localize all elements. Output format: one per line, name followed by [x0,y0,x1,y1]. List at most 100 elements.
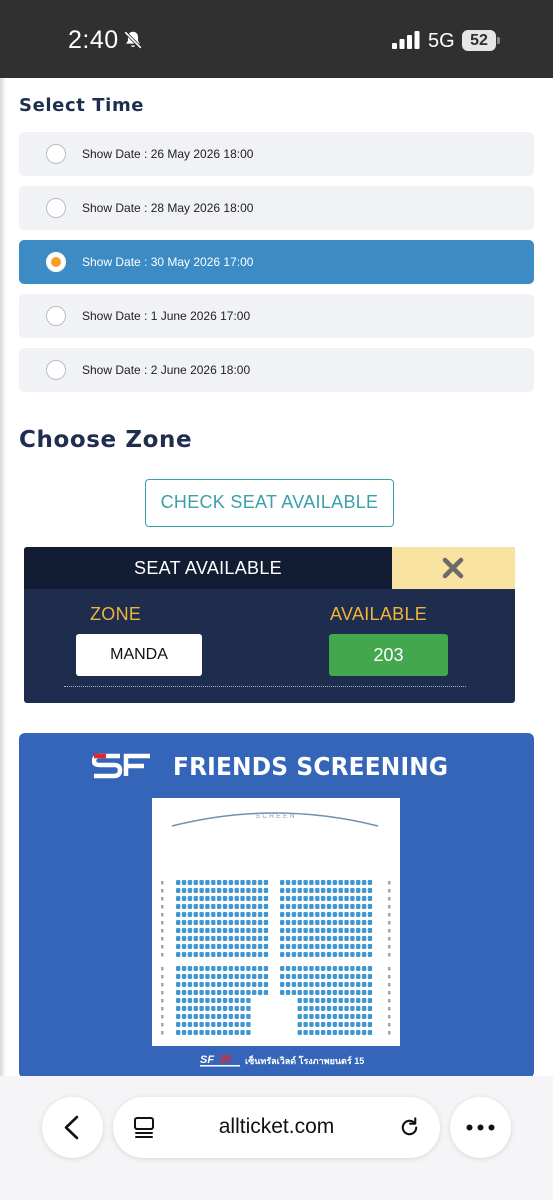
time-option-5[interactable]: Show Date : 2 June 2026 18:00 [19,348,534,392]
seat [246,896,251,901]
seat [246,1006,251,1011]
time-option-3[interactable]: Show Date : 30 May 2026 17:00 [19,240,534,284]
seat [280,974,285,979]
seat [280,912,285,917]
seat [193,912,198,917]
seat [240,952,245,957]
time-option-4[interactable]: Show Date : 1 June 2026 17:00 [19,294,534,338]
seat [344,896,349,901]
seat [176,920,181,925]
check-seat-available-button[interactable]: CHECK SEAT AVAILABLE [145,479,394,527]
seat [252,880,257,885]
seat [181,944,187,949]
seat [356,982,361,987]
seat [176,998,181,1003]
seat [297,904,302,909]
seat [338,974,343,979]
radio-button[interactable] [46,198,66,218]
row-marker [388,1031,391,1035]
radio-button[interactable] [46,306,66,326]
seat [222,904,228,909]
seat [176,896,181,901]
url-text[interactable]: allticket.com [113,1115,440,1139]
address-bar[interactable]: allticket.com [113,1097,440,1158]
seat [326,974,332,979]
seat [176,888,181,893]
back-button[interactable] [42,1097,103,1158]
seat [326,952,332,957]
seat [332,998,338,1003]
seat [361,896,367,901]
time-option-1[interactable]: Show Date : 26 May 2026 18:00 [19,132,534,176]
seat [222,982,228,987]
seat [280,904,285,909]
seat [199,920,204,925]
more-icon[interactable] [466,1124,495,1131]
seat [181,920,187,925]
seat [303,990,308,995]
radio-button-selected[interactable] [46,252,66,272]
seat [181,974,187,979]
seat [291,966,297,971]
seat [280,966,285,971]
seat [291,920,297,925]
seat [187,974,193,979]
seat [291,888,297,893]
row-marker [161,1015,164,1019]
seat [193,904,198,909]
seat [361,1030,367,1035]
seat [211,982,216,987]
seat [367,998,373,1003]
seat [297,928,302,933]
seat [309,928,314,933]
radio-button[interactable] [46,144,66,164]
seat [332,928,338,933]
svg-text:W: W [220,1052,233,1066]
seat [228,1006,234,1011]
seat [199,1006,204,1011]
seat [187,912,193,917]
seat [367,896,373,901]
seat [205,1022,210,1027]
time-option-2[interactable]: Show Date : 28 May 2026 18:00 [19,186,534,230]
back-icon[interactable] [62,1115,82,1140]
row-marker [388,975,391,979]
seat [193,1014,198,1019]
sfw-logo-icon: SF W [200,1052,240,1067]
seat [367,904,373,909]
reload-icon[interactable] [398,1116,421,1139]
close-button[interactable] [392,547,515,589]
radio-button[interactable] [46,360,66,380]
seat [285,928,291,933]
seat [303,912,308,917]
seat [216,974,222,979]
seat [297,1022,302,1027]
seat-available-header: SEAT AVAILABLE [24,547,392,589]
seat [361,944,367,949]
seat [309,912,314,917]
seat [216,904,222,909]
seat [326,944,332,949]
time-option-label: Show Date : 28 May 2026 18:00 [82,201,254,215]
seat [326,1006,332,1011]
seat [246,904,251,909]
seat [205,952,210,957]
seat [320,1022,326,1027]
close-icon[interactable] [442,557,464,579]
seat [222,880,228,885]
seat [309,944,314,949]
more-button[interactable] [450,1097,511,1158]
seat [320,928,326,933]
seat [297,1014,302,1019]
seat [361,1006,367,1011]
seat-map-title: FRIENDS SCREENING [173,752,449,781]
seat [199,982,204,987]
seat [297,944,302,949]
seat [257,982,263,987]
seat [211,998,216,1003]
seat [234,990,239,995]
seat [326,998,332,1003]
row-marker [388,1015,391,1019]
seat [338,990,343,995]
seat [344,1006,349,1011]
